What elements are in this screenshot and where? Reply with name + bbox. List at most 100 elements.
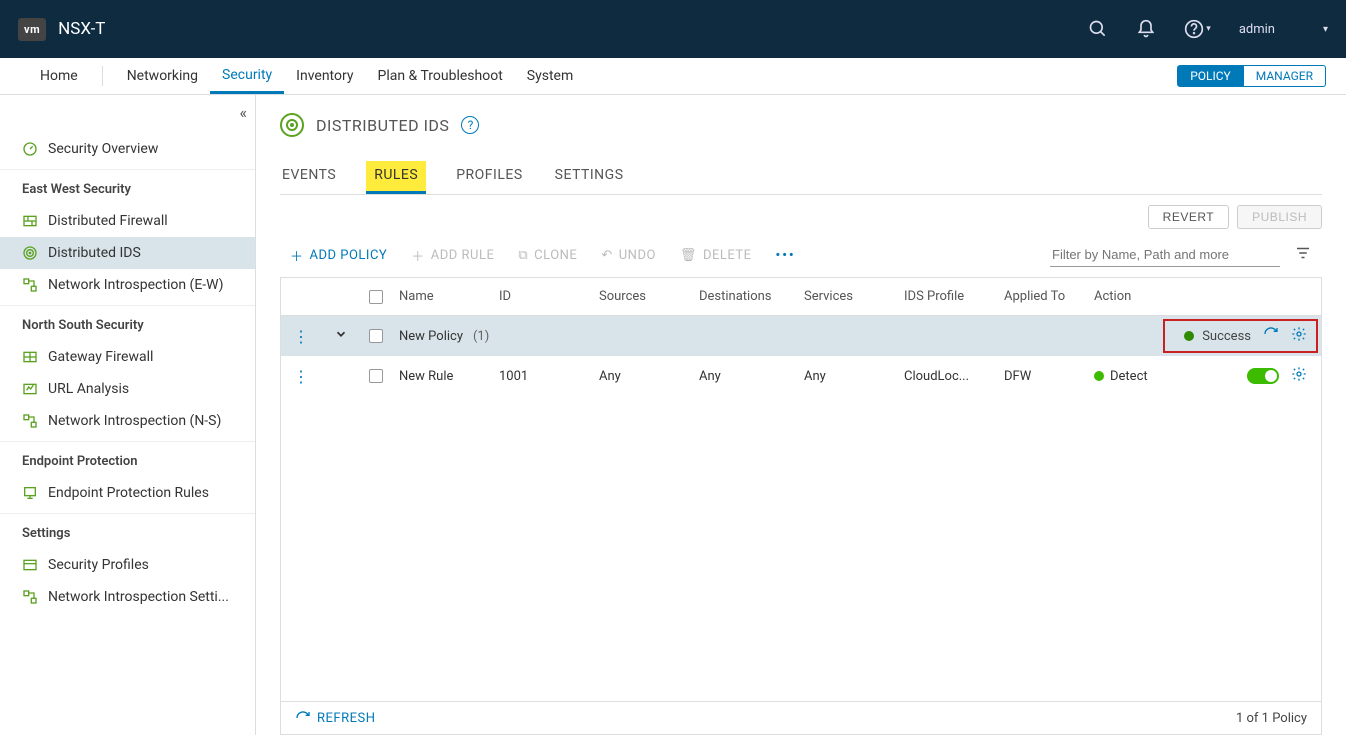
sidebar-item-ni-ew[interactable]: Network Introspection (E-W) bbox=[0, 269, 255, 301]
url-icon bbox=[22, 381, 38, 397]
sidebar-item-gw-firewall[interactable]: Gateway Firewall bbox=[0, 341, 255, 373]
status-text: Success bbox=[1202, 329, 1251, 344]
sidebar-collapse-icon[interactable]: « bbox=[239, 103, 247, 122]
help-icon[interactable]: ? bbox=[461, 116, 479, 134]
sidebar-item-label: Network Introspection Setti... bbox=[48, 589, 229, 605]
gear-icon[interactable] bbox=[1291, 326, 1307, 346]
sidebar-item-label: URL Analysis bbox=[48, 381, 129, 397]
ids-icon bbox=[22, 245, 38, 261]
product-name: NSX-T bbox=[58, 19, 105, 39]
delete-button: 🗑 DELETE bbox=[680, 248, 752, 263]
nav-plan-troubleshoot[interactable]: Plan & Troubleshoot bbox=[365, 58, 514, 94]
col-profile: IDS Profile bbox=[896, 289, 996, 304]
sidebar-item-label: Network Introspection (N-S) bbox=[48, 413, 221, 429]
sidebar: « Security Overview East West Security D… bbox=[0, 95, 256, 735]
sidebar-item-label: Distributed IDS bbox=[48, 245, 141, 261]
select-all-checkbox[interactable] bbox=[369, 290, 383, 304]
policy-row[interactable]: ⋮ New Policy (1) Success bbox=[281, 316, 1321, 356]
sidebar-item-overview[interactable]: Security Overview bbox=[0, 133, 255, 165]
network-icon bbox=[22, 589, 38, 605]
page-title-icon bbox=[280, 113, 304, 137]
sidebar-item-ni-settings[interactable]: Network Introspection Setti... bbox=[0, 581, 255, 613]
rule-action: Detect bbox=[1110, 369, 1148, 384]
gauge-icon bbox=[22, 141, 38, 157]
col-services: Services bbox=[796, 289, 896, 304]
tab-settings[interactable]: SETTINGS bbox=[553, 161, 626, 194]
sidebar-item-url-analysis[interactable]: URL Analysis bbox=[0, 373, 255, 405]
refresh-label: REFRESH bbox=[317, 711, 375, 726]
sidebar-item-dids[interactable]: Distributed IDS bbox=[0, 237, 255, 269]
bell-icon[interactable] bbox=[1136, 19, 1156, 39]
mode-policy[interactable]: POLICY bbox=[1177, 65, 1244, 87]
network-icon bbox=[22, 413, 38, 429]
col-name: Name bbox=[391, 289, 491, 304]
toolbar: ＋ ADD POLICY ＋ ADD RULE ⧉ CLONE ↶ UNDO 🗑… bbox=[280, 237, 1322, 277]
sidebar-item-dfw[interactable]: Distributed Firewall bbox=[0, 205, 255, 237]
add-rule-label: ADD RULE bbox=[431, 248, 495, 263]
trash-icon: 🗑 bbox=[680, 248, 697, 263]
col-action: Action bbox=[1086, 289, 1146, 304]
main-content: DISTRIBUTED IDS ? EVENTS RULES PROFILES … bbox=[256, 95, 1346, 735]
top-header: vm NSX-T ▾ admin ▾ bbox=[0, 0, 1346, 58]
search-icon[interactable] bbox=[1088, 19, 1108, 39]
chevron-down-icon[interactable] bbox=[334, 327, 348, 345]
sidebar-item-ni-ns[interactable]: Network Introspection (N-S) bbox=[0, 405, 255, 437]
user-menu[interactable]: admin ▾ bbox=[1239, 22, 1328, 37]
refresh-icon[interactable] bbox=[1263, 326, 1279, 346]
filter-icon[interactable] bbox=[1294, 244, 1312, 266]
nav-inventory[interactable]: Inventory bbox=[284, 58, 365, 94]
mode-manager[interactable]: MANAGER bbox=[1244, 65, 1326, 87]
nav-home[interactable]: Home bbox=[28, 58, 90, 94]
tab-rules[interactable]: RULES bbox=[366, 161, 426, 194]
revert-button[interactable]: REVERT bbox=[1148, 205, 1229, 229]
more-button[interactable]: ••• bbox=[776, 248, 796, 263]
rule-destinations: Any bbox=[691, 369, 796, 384]
publish-button: PUBLISH bbox=[1237, 205, 1322, 229]
firewall-icon bbox=[22, 213, 38, 229]
profiles-icon bbox=[22, 557, 38, 573]
rule-row[interactable]: ⋮ New Rule 1001 Any Any Any CloudLoc... … bbox=[281, 356, 1321, 396]
sidebar-group-ep: Endpoint Protection bbox=[0, 446, 255, 477]
gear-icon[interactable] bbox=[1291, 366, 1307, 386]
sub-tabs: EVENTS RULES PROFILES SETTINGS bbox=[280, 161, 1322, 195]
table-header: Name ID Sources Destinations Services ID… bbox=[281, 278, 1321, 316]
clone-label: CLONE bbox=[534, 248, 577, 263]
status-dot-icon bbox=[1184, 331, 1194, 341]
sidebar-group-ns: North South Security bbox=[0, 310, 255, 341]
drag-handle-icon[interactable]: ⋮ bbox=[293, 327, 309, 346]
sidebar-item-ep-rules[interactable]: Endpoint Protection Rules bbox=[0, 477, 255, 509]
rule-id: 1001 bbox=[491, 369, 591, 384]
drag-handle-icon[interactable]: ⋮ bbox=[293, 367, 309, 386]
undo-button: ↶ UNDO bbox=[601, 248, 656, 263]
nav-networking[interactable]: Networking bbox=[115, 58, 210, 94]
table-footer: REFRESH 1 of 1 Policy bbox=[280, 702, 1322, 735]
col-id: ID bbox=[491, 289, 591, 304]
col-destinations: Destinations bbox=[691, 289, 796, 304]
undo-icon: ↶ bbox=[601, 248, 612, 263]
rules-table: Name ID Sources Destinations Services ID… bbox=[280, 277, 1322, 702]
nav-security[interactable]: Security bbox=[210, 58, 284, 94]
main-nav: Home Networking Security Inventory Plan … bbox=[0, 58, 1346, 95]
rule-toggle[interactable] bbox=[1247, 368, 1279, 384]
gateway-icon bbox=[22, 349, 38, 365]
nav-system[interactable]: System bbox=[515, 58, 585, 94]
tab-profiles[interactable]: PROFILES bbox=[454, 161, 524, 194]
tab-events[interactable]: EVENTS bbox=[280, 161, 338, 194]
sidebar-group-ew: East West Security bbox=[0, 174, 255, 205]
add-policy-label: ADD POLICY bbox=[310, 248, 388, 263]
filter-input[interactable] bbox=[1050, 243, 1280, 267]
help-icon[interactable]: ▾ bbox=[1184, 19, 1211, 39]
add-policy-button[interactable]: ＋ ADD POLICY bbox=[290, 246, 387, 265]
policy-checkbox[interactable] bbox=[369, 329, 383, 343]
add-rule-button: ＋ ADD RULE bbox=[411, 246, 494, 265]
rule-checkbox[interactable] bbox=[369, 369, 383, 383]
refresh-button[interactable]: REFRESH bbox=[295, 710, 375, 726]
sidebar-item-label: Endpoint Protection Rules bbox=[48, 485, 209, 501]
policy-name: New Policy bbox=[399, 329, 463, 344]
status-badge: Success bbox=[1184, 329, 1251, 344]
sidebar-item-label: Distributed Firewall bbox=[48, 213, 168, 229]
plus-icon: ＋ bbox=[411, 246, 425, 265]
undo-label: UNDO bbox=[619, 248, 656, 263]
sidebar-item-sec-profiles[interactable]: Security Profiles bbox=[0, 549, 255, 581]
rule-profile: CloudLoc... bbox=[896, 369, 996, 384]
